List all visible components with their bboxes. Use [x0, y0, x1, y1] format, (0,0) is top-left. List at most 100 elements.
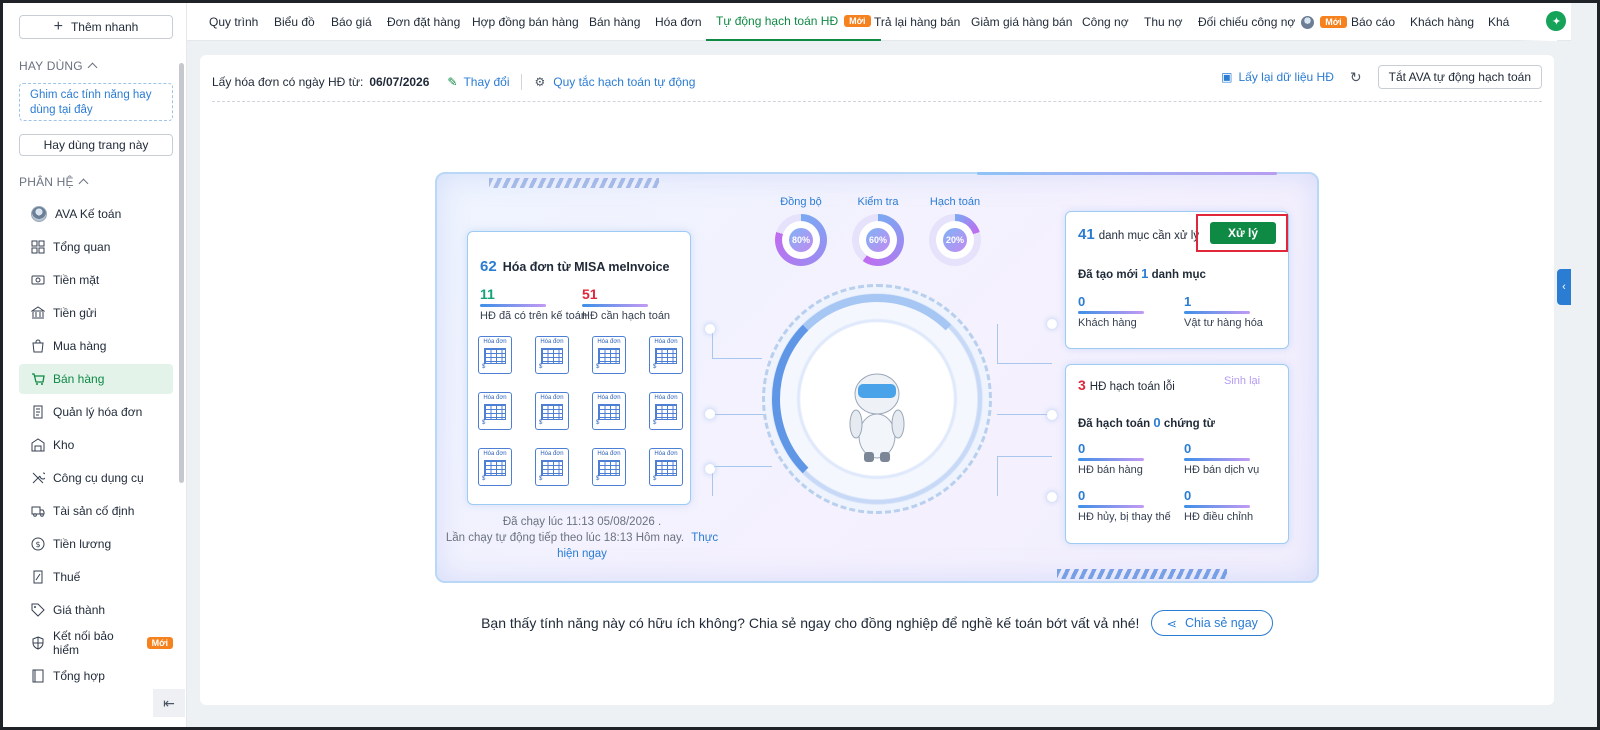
sidebar-item-label: Tài sản cố định: [53, 504, 135, 518]
collapse-sidebar-icon[interactable]: ⇤: [153, 689, 185, 717]
ava-robot-icon: [849, 373, 905, 462]
connector-node: [705, 324, 715, 334]
plus-icon: +: [53, 18, 63, 35]
sidebar-item-tax[interactable]: Thuế: [19, 562, 173, 592]
sidebar-item-summary[interactable]: Tổng hợp: [19, 661, 173, 691]
sidebar-item-tools[interactable]: Công cụ dụng cụ: [19, 463, 173, 493]
sidebar-item-label: Mua hàng: [53, 339, 107, 353]
dollar-icon: $: [539, 420, 543, 426]
table-grid-icon: [541, 404, 563, 420]
sidebar-item-label: AVA Kế toán: [55, 207, 122, 221]
sidebar-item-ava[interactable]: AVA Kế toán: [19, 199, 173, 229]
tab-quotes[interactable]: Báo giá: [331, 3, 372, 41]
toolbar-actions: ▣ Lấy lại dữ liệu HĐ ↻ Tắt AVA tự động h…: [1221, 65, 1542, 89]
sidebar-item-label: Quản lý hóa đơn: [53, 405, 143, 419]
invoice-tile-icon: Hóa đơn $: [535, 392, 569, 430]
connector-node: [705, 464, 715, 474]
sidebar-item-invoice-mgmt[interactable]: Quản lý hóa đơn: [19, 397, 173, 427]
sidebar-item-salary[interactable]: $ Tiền lương: [19, 529, 173, 559]
tab-sales[interactable]: Bán hàng: [589, 3, 640, 41]
sidebar-item-insurance[interactable]: Kết nối bảo hiểm Mới: [19, 628, 173, 658]
tab-receivables[interactable]: Công nợ: [1082, 3, 1129, 41]
tools-icon: [31, 471, 45, 485]
tab-more[interactable]: Khá: [1488, 3, 1509, 41]
invoice-tile-icon: Hóa đơn $: [535, 448, 569, 486]
shopping-bag-icon: [31, 339, 45, 353]
tab-reports[interactable]: Báo cáo: [1351, 3, 1395, 41]
change-date-link[interactable]: ✎ Thay đổi: [447, 75, 509, 89]
book-icon: [31, 669, 45, 683]
posted-docs-summary: Đã hạch toán 0 chứng từ: [1078, 415, 1216, 430]
customer-count: 0: [1078, 294, 1086, 309]
posting-rules-link[interactable]: ⚙ Quy tắc hạch toán tự động: [534, 75, 695, 89]
sidebar-item-sales[interactable]: Bán hàng: [19, 364, 173, 394]
sidebar-item-label: Tiền gửi: [53, 306, 97, 320]
invoice-tile-label: Hóa đơn: [597, 395, 621, 401]
process-button[interactable]: Xử lý: [1210, 222, 1276, 244]
posted-stat: 11 HĐ đã có trên kế toán: [480, 286, 587, 322]
pencil-icon: ✎: [447, 75, 458, 89]
dollar-icon: $: [482, 364, 486, 370]
svg-text:$: $: [35, 540, 40, 549]
invoice-tile-icon: Hóa đơn $: [649, 392, 683, 430]
dollar-icon: $: [539, 476, 543, 482]
dollar-icon: $: [596, 364, 600, 370]
tab-charts[interactable]: Biểu đồ: [274, 3, 315, 41]
sidebar-item-cash[interactable]: Tiền mặt: [19, 265, 173, 295]
expand-panel-icon[interactable]: ‹: [1557, 269, 1571, 305]
progress-ring: 60%: [852, 214, 904, 266]
pending-count: 51: [582, 286, 598, 302]
invoice-source-panel: 62 Hóa đơn từ MISA meInvoice 11 HĐ đã có…: [467, 231, 691, 505]
regenerate-link[interactable]: Sinh lại: [1224, 375, 1260, 387]
tab-collections[interactable]: Thu nợ: [1144, 3, 1183, 41]
connector-line: [712, 331, 762, 359]
tab-reconciliation[interactable]: Đối chiếu công nợ Mới: [1198, 3, 1347, 41]
modules-section-toggle[interactable]: PHÂN HỆ: [19, 175, 89, 189]
quick-add-button[interactable]: + Thêm nhanh: [19, 15, 173, 39]
tab-sales-contracts[interactable]: Hợp đồng bán hàng: [472, 3, 579, 41]
share-icon: ⋖: [1166, 616, 1177, 631]
shield-icon: [31, 636, 45, 650]
tab-workflow[interactable]: Quy trình: [209, 3, 258, 41]
progress-ring: 20%: [929, 214, 981, 266]
dollar-icon: $: [539, 364, 543, 370]
connector-line: [997, 324, 1052, 364]
stop-ava-button[interactable]: Tắt AVA tự động hạch toán: [1377, 65, 1542, 89]
new-badge: Mới: [844, 15, 871, 27]
run-status: Đã chạy lúc 11:13 05/08/2026 . Lần chạy …: [437, 514, 727, 562]
sidebar-scrollbar[interactable]: [179, 63, 184, 483]
sidebar-item-cost[interactable]: Giá thành: [19, 595, 173, 625]
sidebar-item-fixed-assets[interactable]: Tài sản cố định: [19, 496, 173, 526]
tab-auto-posting[interactable]: Tự động hạch toán HĐ Mới: [706, 3, 881, 41]
invoice-tile-label: Hóa đơn: [654, 339, 678, 345]
invoice-source-title: 62 Hóa đơn từ MISA meInvoice: [480, 258, 670, 275]
lightbulb-icon[interactable]: ✦: [1546, 11, 1567, 31]
sidebar-item-overview[interactable]: Tổng quan: [19, 232, 173, 262]
tab-sales-discounts[interactable]: Giảm giá hàng bán: [971, 3, 1072, 41]
posting-errors-panel: 3 HĐ hạch toán lỗi Sinh lại Đã hạch toán…: [1065, 364, 1289, 544]
tab-sales-orders[interactable]: Đơn đặt hàng: [387, 3, 460, 41]
tab-sales-returns[interactable]: Trả lại hàng bán: [874, 3, 960, 41]
goods-count: 1: [1184, 294, 1192, 309]
service-invoice-stat: 0 HĐ bán dịch vụ: [1184, 441, 1260, 476]
posting-rules-label: Quy tắc hạch toán tự động: [553, 75, 696, 89]
customer-label: Khách hàng: [1078, 317, 1137, 329]
frequent-section-toggle[interactable]: HAY DÙNG: [19, 59, 98, 73]
new-badge: Mới: [146, 637, 173, 649]
refresh-icon[interactable]: ↻: [1350, 69, 1362, 86]
tab-invoices[interactable]: Hóa đơn: [655, 3, 702, 41]
auto-posting-dashboard: 62 Hóa đơn từ MISA meInvoice 11 HĐ đã có…: [435, 172, 1319, 583]
invoice-tile-icon: Hóa đơn $: [592, 336, 626, 374]
cash-icon: [31, 273, 45, 287]
goods-label: Vật tư hàng hóa: [1184, 317, 1263, 329]
sidebar-item-warehouse[interactable]: Kho: [19, 430, 173, 460]
sidebar-item-purchase[interactable]: Mua hàng: [19, 331, 173, 361]
sidebar-item-deposit[interactable]: Tiền gửi: [19, 298, 173, 328]
share-button[interactable]: ⋖ Chia sẻ ngay: [1151, 610, 1273, 636]
avatar-icon: [1301, 15, 1315, 29]
decor-stripes: [489, 178, 659, 188]
reload-invoice-data-link[interactable]: ▣ Lấy lại dữ liệu HĐ: [1221, 70, 1334, 84]
posted-docs-count: 0: [1153, 415, 1161, 430]
use-page-button[interactable]: Hay dùng trang này: [19, 134, 173, 156]
tab-customers[interactable]: Khách hàng: [1410, 3, 1474, 41]
